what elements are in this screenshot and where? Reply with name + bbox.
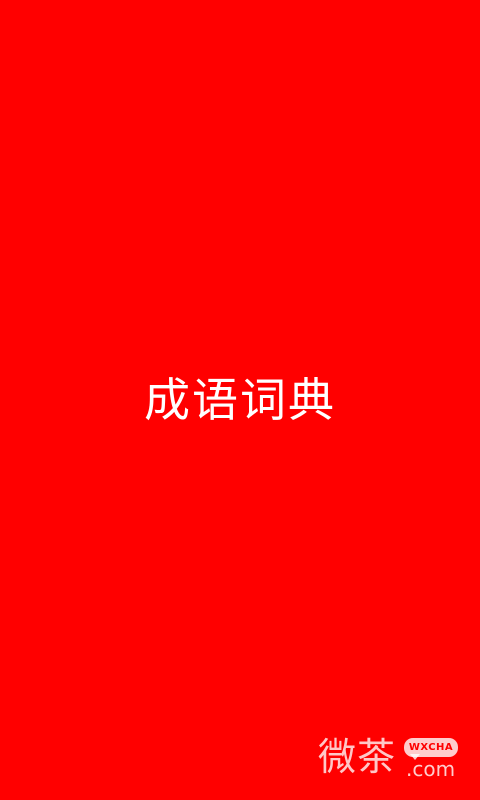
watermark-logo: 微茶 WXCHA .com bbox=[318, 733, 468, 783]
watermark-chars: 微茶 bbox=[318, 735, 397, 779]
watermark-domain: .com bbox=[406, 757, 456, 781]
app-title: 成语词典 bbox=[144, 373, 336, 427]
splash-screen: 成语词典 微茶 WXCHA .com bbox=[0, 0, 480, 800]
